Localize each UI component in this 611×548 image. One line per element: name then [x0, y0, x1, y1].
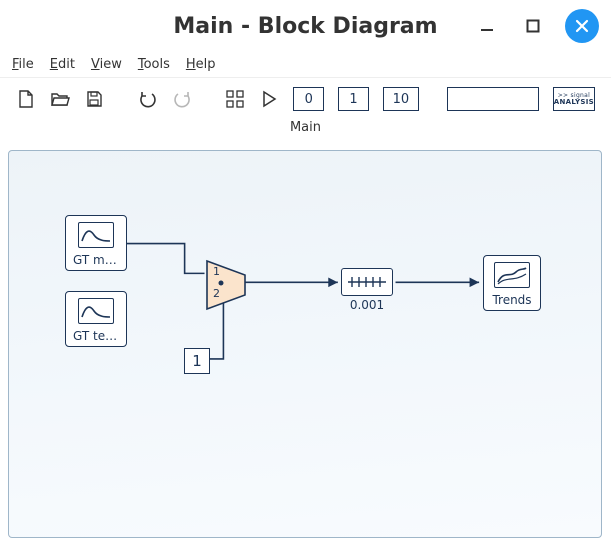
- menu-tools[interactable]: Tools: [132, 55, 176, 74]
- save-icon: [85, 90, 103, 108]
- block-trends[interactable]: Trends: [483, 255, 541, 311]
- titlebar: Main - Block Diagram: [0, 0, 611, 52]
- sampler-value: 0.001: [350, 298, 384, 312]
- toolbar: 0 1 10 >> signal ANALYSIS: [0, 78, 611, 120]
- maximize-button[interactable]: [519, 12, 547, 40]
- redo-button[interactable]: [172, 87, 192, 111]
- maximize-icon: [525, 18, 541, 34]
- sampler-icon: [341, 268, 393, 296]
- run-button[interactable]: [259, 87, 279, 111]
- open-file-button[interactable]: [50, 87, 70, 111]
- close-icon: [574, 18, 590, 34]
- signal-analysis-button[interactable]: >> signal ANALYSIS: [553, 87, 595, 111]
- undo-button[interactable]: [138, 87, 158, 111]
- minimize-icon: [479, 18, 495, 34]
- block-gt-mass-label: GT mas...: [69, 252, 123, 268]
- breadcrumb[interactable]: Main: [0, 120, 611, 144]
- time-end-field[interactable]: 10: [383, 87, 419, 111]
- time-step-field[interactable]: 1: [338, 87, 369, 111]
- menubar: File Edit View Tools Help: [0, 52, 611, 78]
- diagram-canvas[interactable]: GT mas... GT tem... 1 2 1: [8, 150, 602, 538]
- menu-file[interactable]: File: [6, 55, 40, 74]
- block-gt-temp-label: GT tem...: [69, 328, 123, 344]
- mux-port-2-label: 2: [213, 287, 220, 300]
- time-start-field[interactable]: 0: [293, 87, 324, 111]
- search-input[interactable]: [447, 87, 539, 111]
- menu-view[interactable]: View: [85, 55, 128, 74]
- open-folder-icon: [50, 90, 70, 108]
- block-gt-mass[interactable]: GT mas...: [65, 215, 127, 271]
- block-mux[interactable]: 1 2: [205, 259, 247, 311]
- mux-port-1-label: 1: [213, 265, 220, 278]
- new-file-icon: [17, 89, 35, 109]
- block-constant-1[interactable]: 1: [184, 348, 210, 374]
- signal-icon: [78, 298, 114, 324]
- window-controls: [473, 0, 599, 52]
- constant-value: 1: [192, 352, 202, 370]
- block-sampler[interactable]: 0.001: [341, 268, 393, 312]
- menu-edit[interactable]: Edit: [44, 55, 81, 74]
- window-title: Main - Block Diagram: [173, 14, 437, 39]
- redo-icon: [172, 90, 192, 108]
- block-trends-label: Trends: [488, 292, 535, 308]
- block-gt-temp[interactable]: GT tem...: [65, 291, 127, 347]
- blocks-button[interactable]: [225, 87, 245, 111]
- play-icon: [261, 90, 277, 108]
- canvas-wrapper: GT mas... GT tem... 1 2 1: [0, 144, 611, 546]
- minimize-button[interactable]: [473, 12, 501, 40]
- undo-icon: [138, 90, 158, 108]
- trends-icon: [494, 262, 530, 288]
- blocks-grid-icon: [226, 90, 244, 108]
- new-file-button[interactable]: [16, 87, 36, 111]
- menu-help[interactable]: Help: [180, 55, 222, 74]
- save-button[interactable]: [84, 87, 104, 111]
- signal-icon: [78, 222, 114, 248]
- close-button[interactable]: [565, 9, 599, 43]
- analysis-big-label: ANALYSIS: [554, 99, 594, 106]
